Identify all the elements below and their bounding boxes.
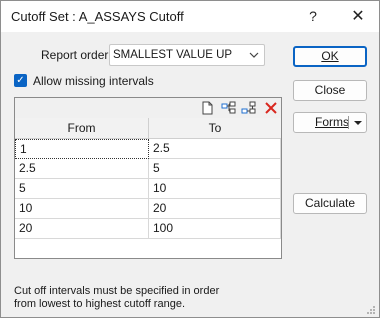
window-title: Cutoff Set : A_ASSAYS Cutoff — [11, 9, 184, 24]
calculate-button[interactable]: Calculate — [293, 193, 367, 214]
cell-to-1[interactable]: 2.5 — [149, 139, 281, 159]
cell-from-2[interactable]: 2.5 — [15, 159, 149, 179]
ok-button[interactable]: OK — [293, 46, 367, 67]
ok-button-label: OK — [321, 49, 339, 63]
report-order-select[interactable]: SMALLEST VALUE UP — [109, 44, 265, 66]
cutoff-grid: From To 1 2.5 2.5 5 5 10 10 20 20 100 — [14, 97, 282, 259]
cell-to-2[interactable]: 5 — [149, 159, 281, 179]
cell-from-5[interactable]: 20 — [15, 219, 149, 239]
hint-line-2: from lowest to highest cutoff range. — [14, 298, 185, 310]
close-button-label: Close — [314, 83, 346, 97]
new-document-icon[interactable] — [199, 100, 215, 116]
cell-from-4[interactable]: 10 — [15, 199, 149, 219]
cell-from-3[interactable]: 5 — [15, 179, 149, 199]
hint-line-1: Cut off intervals must be specified in o… — [14, 285, 220, 297]
insert-row-icon[interactable] — [221, 100, 237, 116]
hint-text: Cut off intervals must be specified in o… — [14, 285, 219, 311]
grid-toolbar — [15, 98, 281, 118]
close-window-button[interactable]: ✕ — [341, 1, 375, 32]
forms-split-divider — [348, 116, 349, 129]
help-button[interactable]: ? — [297, 1, 329, 32]
cell-to-5[interactable]: 100 — [149, 219, 281, 239]
forms-dropdown-icon[interactable] — [352, 113, 364, 138]
calculate-button-label: Calculate — [304, 196, 356, 210]
title-bar: Cutoff Set : A_ASSAYS Cutoff ? ✕ — [1, 1, 379, 32]
forms-button[interactable]: Forms — [293, 112, 367, 133]
close-button[interactable]: Close — [293, 80, 367, 101]
cell-to-4[interactable]: 20 — [149, 199, 281, 219]
column-header-to[interactable]: To — [149, 118, 281, 139]
resize-grip-icon[interactable] — [366, 304, 376, 314]
allow-missing-label: Allow missing intervals — [33, 74, 154, 88]
cutoff-set-dialog: Cutoff Set : A_ASSAYS Cutoff ? ✕ Report … — [0, 0, 380, 318]
allow-missing-checkbox[interactable]: ✓ — [14, 74, 27, 87]
cell-to-3[interactable]: 10 — [149, 179, 281, 199]
report-order-value: SMALLEST VALUE UP — [113, 49, 233, 61]
delete-icon[interactable] — [263, 100, 279, 116]
chevron-down-icon — [249, 48, 259, 65]
append-row-icon[interactable] — [241, 100, 257, 116]
checkmark-icon: ✓ — [16, 75, 25, 86]
report-order-label: Report order — [41, 48, 109, 62]
column-header-from[interactable]: From — [15, 118, 149, 139]
cell-from-1[interactable]: 1 — [15, 139, 149, 159]
forms-button-label: Forms — [315, 115, 349, 129]
